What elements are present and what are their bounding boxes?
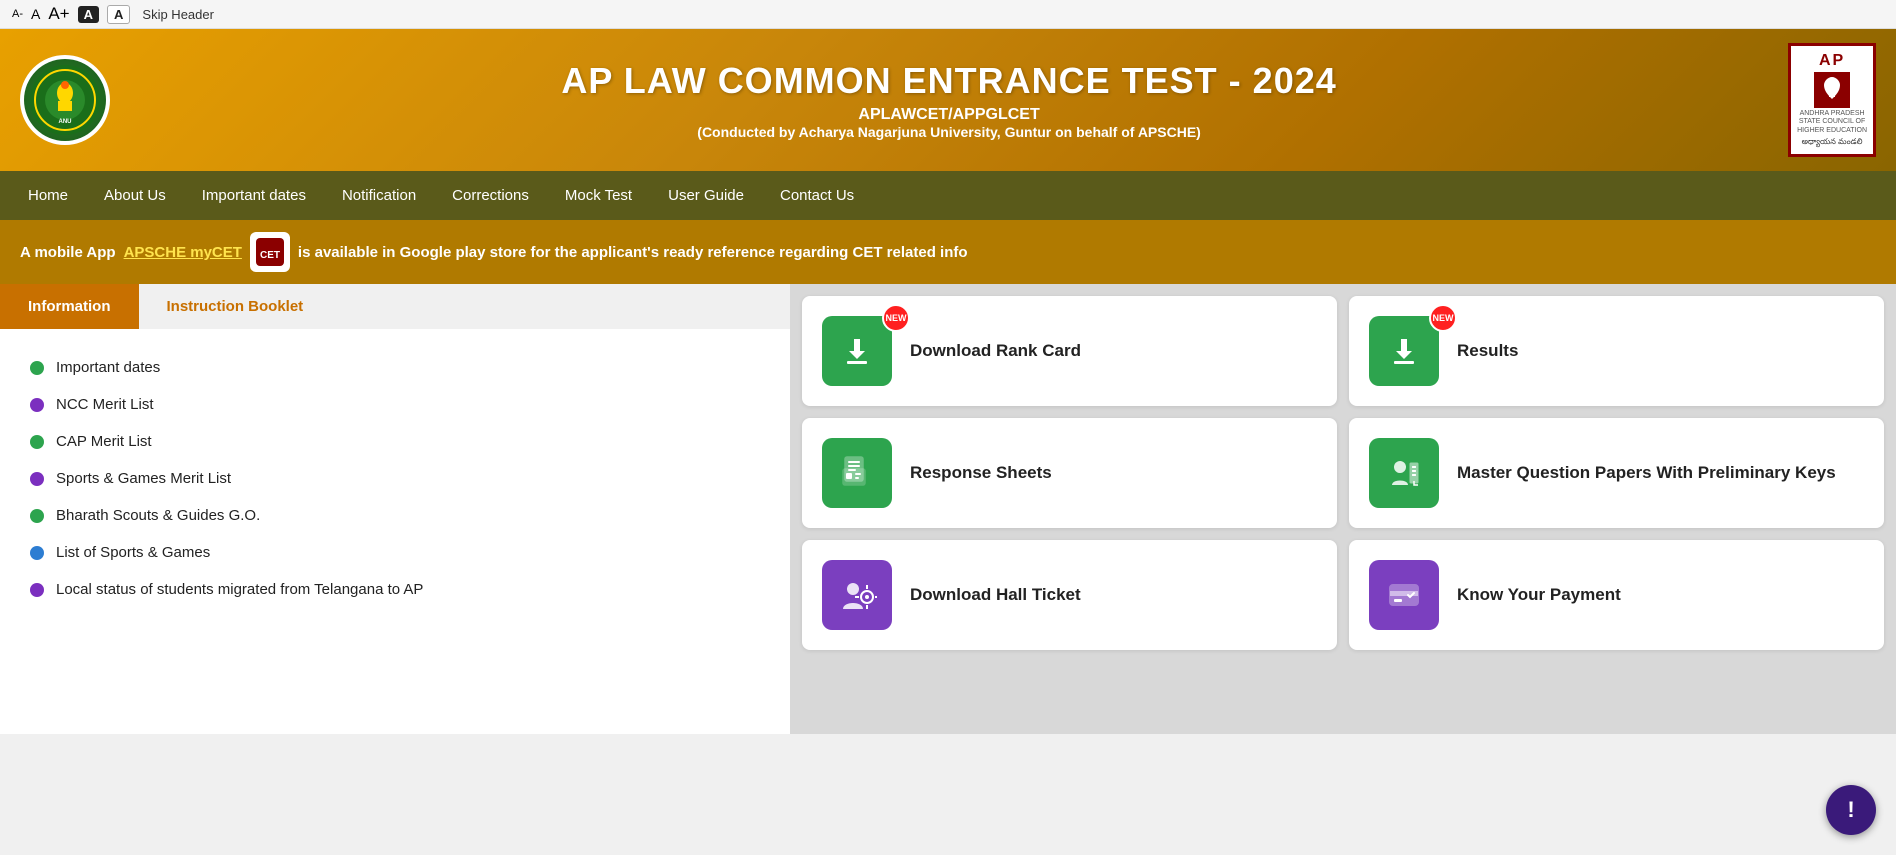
list-item[interactable]: List of Sports & Games: [30, 534, 760, 571]
card-label-know-payment: Know Your Payment: [1457, 584, 1621, 606]
font-large-btn[interactable]: A+: [48, 4, 69, 24]
tab-instruction-booklet[interactable]: Instruction Booklet: [139, 284, 332, 329]
app-banner: A mobile App APSCHE myCET CET is availab…: [0, 220, 1896, 284]
card-download-rank-card[interactable]: NEW Download Rank Card: [802, 296, 1337, 406]
banner-suffix: is available in Google play store for th…: [298, 244, 968, 261]
list-item-label: Bharath Scouts & Guides G.O.: [56, 507, 260, 524]
main-nav: Home About Us Important dates Notificati…: [0, 171, 1896, 220]
list-item[interactable]: CAP Merit List: [30, 423, 760, 460]
font-normal-btn[interactable]: A: [31, 6, 40, 22]
new-badge: NEW: [882, 304, 910, 332]
notification-icon: !: [1847, 797, 1854, 823]
card-label-hall-ticket: Download Hall Ticket: [910, 584, 1081, 606]
list-item[interactable]: Important dates: [30, 349, 760, 386]
svg-text:CET: CET: [260, 250, 280, 261]
apsche-logo: AP ANDHRA PRADESHSTATE COUNCIL OFHIGHER …: [1788, 43, 1876, 157]
response-sheets-icon: [822, 438, 892, 508]
list-item-label: Sports & Games Merit List: [56, 470, 231, 487]
notification-button[interactable]: !: [1826, 785, 1876, 835]
bullet-dot: [30, 583, 44, 597]
logo-circle: ANU: [24, 59, 106, 141]
nav-home[interactable]: Home: [10, 171, 86, 220]
apsche-telugu: అధ్యాయన మండలి: [1802, 137, 1863, 148]
list-item-label: CAP Merit List: [56, 433, 152, 450]
list-item[interactable]: NCC Merit List: [30, 386, 760, 423]
font-small-btn[interactable]: A-: [12, 8, 23, 20]
tabs-container: Information Instruction Booklet: [0, 284, 790, 329]
card-label-response-sheets: Response Sheets: [910, 462, 1052, 484]
bullet-dot: [30, 546, 44, 560]
nav-mock[interactable]: Mock Test: [547, 171, 650, 220]
list-item-label: List of Sports & Games: [56, 544, 210, 561]
card-response-sheets[interactable]: Response Sheets: [802, 418, 1337, 528]
site-title: AP LAW COMMON ENTRANCE TEST - 2024: [110, 60, 1788, 102]
bullet-dot: [30, 361, 44, 375]
list-item-label: Local status of students migrated from T…: [56, 581, 423, 598]
card-hall-ticket[interactable]: Download Hall Ticket: [802, 540, 1337, 650]
info-list: Important dates NCC Merit List CAP Merit…: [0, 329, 790, 628]
card-master-question[interactable]: Master Question Papers With Preliminary …: [1349, 418, 1884, 528]
site-header: ANU AP LAW COMMON ENTRANCE TEST - 2024 A…: [0, 29, 1896, 171]
nav-corrections[interactable]: Corrections: [434, 171, 547, 220]
svg-text:ANU: ANU: [59, 119, 72, 125]
apsche-bottom-text: ANDHRA PRADESHSTATE COUNCIL OFHIGHER EDU…: [1797, 110, 1867, 135]
accessibility-bar: A- A A+ A A Skip Header: [0, 0, 1896, 29]
list-item-label: NCC Merit List: [56, 396, 154, 413]
card-label-results: Results: [1457, 340, 1518, 362]
apsche-label: AP: [1819, 52, 1845, 70]
nav-contact[interactable]: Contact Us: [762, 171, 872, 220]
card-label-rank-card: Download Rank Card: [910, 340, 1081, 362]
nav-userguide[interactable]: User Guide: [650, 171, 762, 220]
theme-black-btn[interactable]: A: [78, 6, 99, 23]
card-label-master-question: Master Question Papers With Preliminary …: [1457, 462, 1836, 484]
banner-app-icon: CET: [250, 232, 290, 272]
new-badge-results: NEW: [1429, 304, 1457, 332]
bullet-dot: [30, 509, 44, 523]
bullet-dot: [30, 472, 44, 486]
bullet-dot: [30, 398, 44, 412]
list-item[interactable]: Sports & Games Merit List: [30, 460, 760, 497]
banner-prefix: A mobile App: [20, 244, 116, 261]
theme-white-btn[interactable]: A: [107, 5, 130, 24]
nav-dates[interactable]: Important dates: [184, 171, 324, 220]
apsche-logo-inner: AP ANDHRA PRADESHSTATE COUNCIL OFHIGHER …: [1797, 52, 1867, 148]
card-know-payment[interactable]: Know Your Payment: [1349, 540, 1884, 650]
master-question-icon: [1369, 438, 1439, 508]
list-item[interactable]: Bharath Scouts & Guides G.O.: [30, 497, 760, 534]
cards-grid: NEW Download Rank Card NEW Results: [790, 284, 1896, 734]
results-icon: [1369, 316, 1439, 386]
download-rank-card-icon: [822, 316, 892, 386]
skip-header-link[interactable]: Skip Header: [142, 7, 214, 22]
header-center: AP LAW COMMON ENTRANCE TEST - 2024 APLAW…: [110, 60, 1788, 140]
card-results[interactable]: NEW Results: [1349, 296, 1884, 406]
nav-notification[interactable]: Notification: [324, 171, 434, 220]
know-payment-icon: [1369, 560, 1439, 630]
left-panel: Information Instruction Booklet Importan…: [0, 284, 790, 734]
list-item[interactable]: Local status of students migrated from T…: [30, 571, 760, 608]
list-item-label: Important dates: [56, 359, 160, 376]
university-logo: ANU: [20, 55, 110, 145]
site-subtitle: APLAWCET/APPGLCET: [110, 106, 1788, 124]
main-content: Information Instruction Booklet Importan…: [0, 284, 1896, 734]
hall-ticket-icon: [822, 560, 892, 630]
banner-app-name[interactable]: APSCHE myCET: [124, 244, 242, 261]
bullet-dot: [30, 435, 44, 449]
site-conducted: (Conducted by Acharya Nagarjuna Universi…: [110, 124, 1788, 140]
tab-information[interactable]: Information: [0, 284, 139, 329]
nav-about[interactable]: About Us: [86, 171, 184, 220]
apsche-icon: [1814, 72, 1850, 108]
